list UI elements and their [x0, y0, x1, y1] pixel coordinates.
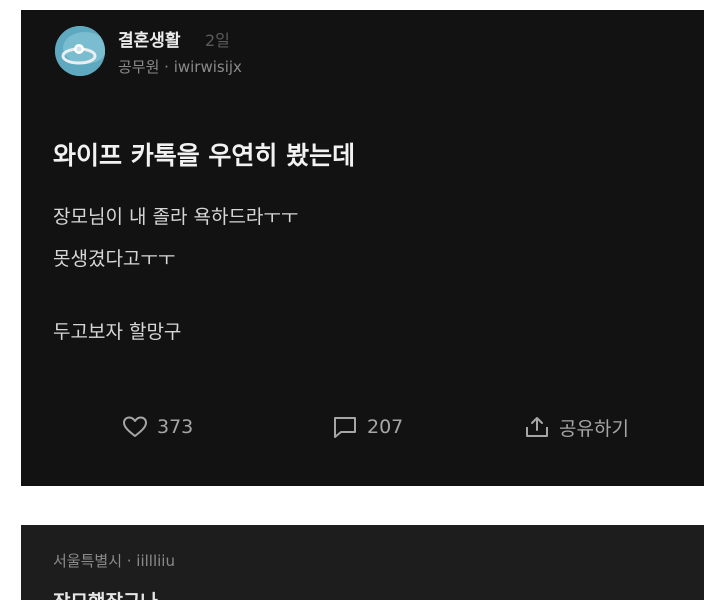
ring-icon: [55, 26, 105, 76]
author-meta: 공무원 · iwirwisijx: [118, 58, 242, 76]
comment-count: 207: [367, 416, 404, 438]
like-count: 373: [157, 416, 194, 438]
post-body-line: 못생겼다고ㅜㅜ: [53, 248, 176, 270]
post-card: 결혼생활 2일 공무원 · iwirwisijx 와이프 카톡을 우연히 봤는데…: [21, 10, 704, 486]
avatar[interactable]: [55, 26, 105, 76]
comment-icon: [334, 417, 356, 438]
like-button[interactable]: 373: [122, 412, 193, 442]
author-name[interactable]: 결혼생활: [118, 26, 181, 51]
post-title: 와이프 카톡을 우연히 봤는데: [53, 141, 356, 170]
comment-card: 서울특별시 · iillliiu 장모했잖구나: [21, 525, 704, 600]
share-button[interactable]: 공유하기: [524, 412, 629, 442]
comment-text: 장모했잖구나: [53, 587, 158, 600]
share-label: 공유하기: [559, 417, 629, 440]
comment-button[interactable]: 207: [332, 412, 403, 442]
post-body-line: 장모님이 내 졸라 욕하드라ㅜㅜ: [53, 206, 299, 228]
heart-icon: [123, 416, 147, 437]
post-time: 2일: [205, 31, 230, 50]
post-body-line: 두고보자 할망구: [53, 321, 182, 343]
comment-author-meta[interactable]: 서울특별시 · iillliiu: [53, 550, 175, 571]
share-icon: [526, 417, 548, 437]
